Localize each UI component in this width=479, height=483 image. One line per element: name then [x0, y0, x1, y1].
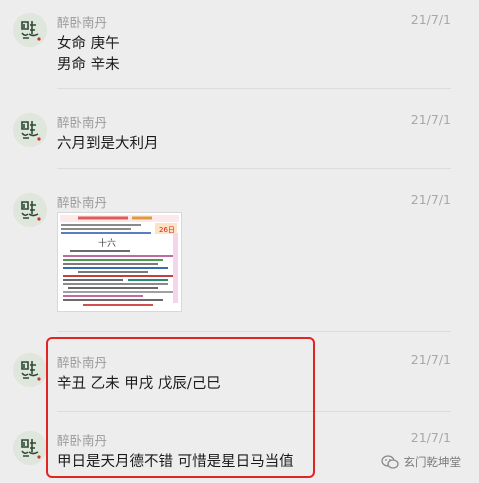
message-time: 21/7/1: [410, 352, 451, 367]
calendar-day-corner: 26日: [159, 226, 175, 234]
sender-name: 醉卧南丹: [57, 115, 108, 130]
message-text: 女命 庚午: [57, 36, 120, 52]
sender-name: 醉卧南丹: [57, 15, 108, 30]
watermark: 玄门乾坤堂: [380, 452, 462, 472]
wechat-official-icon: [380, 455, 399, 469]
avatar[interactable]: [13, 431, 47, 465]
calligraphy-avatar-icon: [13, 113, 47, 147]
divider: [57, 168, 451, 169]
message-time: 21/7/1: [410, 112, 451, 127]
calligraphy-avatar-icon: [13, 431, 47, 465]
avatar[interactable]: [13, 193, 47, 227]
message-time: 21/7/1: [410, 12, 451, 27]
divider: [57, 88, 451, 89]
calendar-big-day: 十六: [98, 237, 116, 249]
avatar[interactable]: [13, 113, 47, 147]
highlight-annotation-box: [46, 337, 315, 478]
sender-name: 醉卧南丹: [57, 195, 108, 210]
calendar-image-thumbnail[interactable]: 26日 十六: [57, 212, 182, 312]
avatar[interactable]: [13, 353, 47, 387]
avatar[interactable]: [13, 13, 47, 47]
calligraphy-avatar-icon: [13, 13, 47, 47]
message-time: 21/7/1: [410, 430, 451, 445]
calligraphy-avatar-icon: [13, 353, 47, 387]
message-time: 21/7/1: [410, 192, 451, 207]
calligraphy-avatar-icon: [13, 193, 47, 227]
watermark-text: 玄门乾坤堂: [403, 455, 462, 469]
message-text: 男命 辛未: [57, 57, 120, 73]
divider: [57, 331, 451, 332]
message-text: 六月到是大利月: [57, 136, 159, 152]
calendar-screenshot-image: 26日 十六: [58, 213, 181, 311]
